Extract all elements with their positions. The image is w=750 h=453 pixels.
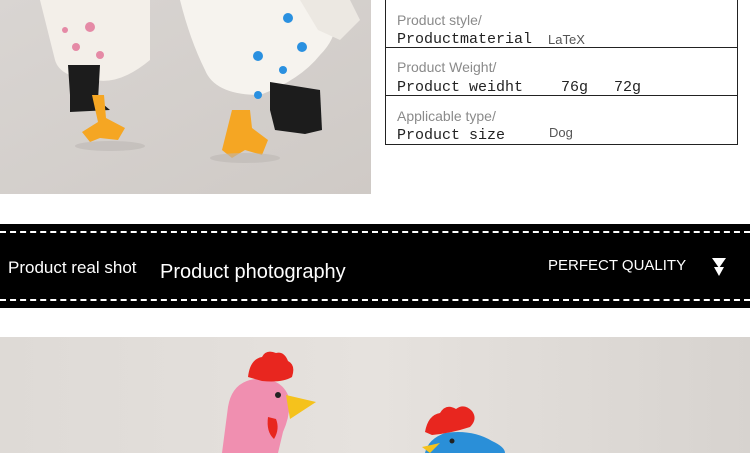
- product-photo-illustration: [0, 0, 371, 194]
- product-photo-illustration-bottom: [0, 337, 750, 453]
- spec-value-type: Dog: [549, 125, 573, 140]
- product-photo-chickens-heads: [0, 337, 750, 453]
- spec-row-type: Applicable type/ Product size Dog: [386, 96, 737, 144]
- spec-label-cn: Product weidht: [397, 79, 524, 96]
- spec-label-cn: Productmaterial: [397, 31, 533, 48]
- banner-dashed-line-bottom: [0, 299, 750, 301]
- banner-right-text: PERFECT QUALITY: [548, 257, 687, 274]
- spec-table: Product style/ Productmaterial LaTeX Pro…: [385, 0, 738, 145]
- spec-label-en: Applicable type/: [397, 108, 496, 124]
- spec-value-material: LaTeX: [548, 32, 585, 47]
- banner-middle-text: Product photography: [160, 261, 346, 283]
- banner-dashed-line-top: [0, 231, 750, 233]
- banner-left-text: Product real shot: [8, 258, 137, 277]
- section-banner: Product real shot Product photography PE…: [0, 224, 750, 308]
- down-arrow-icon: [712, 258, 726, 276]
- spec-label-en: Product Weight/: [397, 59, 497, 75]
- spec-label-en: Product style/: [397, 12, 482, 28]
- product-photo-chickens-feet: [0, 0, 371, 194]
- spec-value-weight-b: 72g: [614, 79, 642, 96]
- spec-value-weight-a: 76g: [561, 79, 589, 96]
- spec-row-weight: Product Weight/ Product weidht 76g 72g: [386, 48, 737, 96]
- spec-label-cn: Product size: [397, 127, 506, 144]
- spec-row-material: Product style/ Productmaterial LaTeX: [386, 0, 737, 48]
